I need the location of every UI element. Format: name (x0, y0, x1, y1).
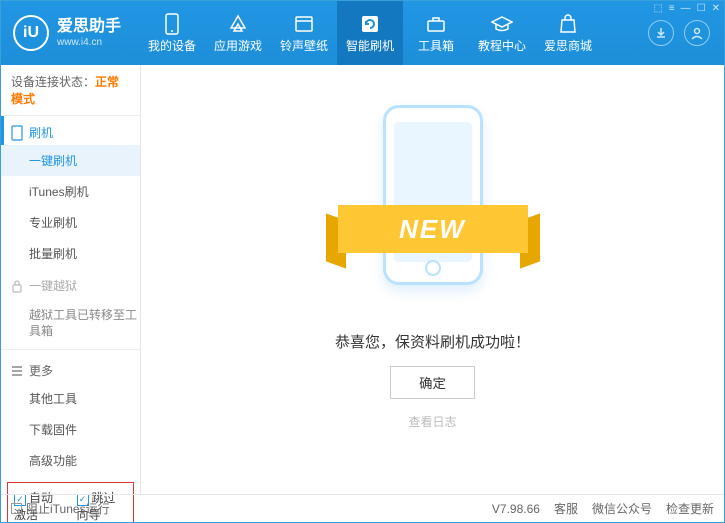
success-illustration: NEW (348, 105, 518, 305)
sidebar: 设备连接状态：正常模式 刷机 一键刷机 iTunes刷机 专业刷机 批量刷机 一… (1, 65, 141, 494)
titlebar-close[interactable]: ✕ (712, 3, 720, 14)
section-title: 更多 (29, 362, 53, 379)
wallpaper-icon (293, 13, 315, 35)
lock-icon (11, 279, 23, 293)
view-log-link[interactable]: 查看日志 (408, 413, 456, 430)
sidebar-item-itunes[interactable]: iTunes刷机 (1, 176, 140, 207)
app-url: www.i4.cn (57, 37, 121, 49)
nav: 我的设备 应用游戏 铃声壁纸 智能刷机 工具箱 教程中心 (139, 1, 634, 65)
stop-itunes-label: 阻止iTunes运行 (26, 500, 110, 517)
nav-label: 智能刷机 (346, 37, 394, 54)
titlebar-minimize[interactable]: — (681, 3, 691, 14)
sidebar-item-batch[interactable]: 批量刷机 (1, 238, 140, 269)
nav-label: 应用游戏 (214, 37, 262, 54)
sidebar-item-oneclick[interactable]: 一键刷机 (1, 145, 140, 176)
sidebar-item-advanced[interactable]: 高级功能 (1, 445, 140, 476)
main-content: NEW 恭喜您，保资料刷机成功啦！ 确定 查看日志 (141, 65, 724, 494)
user-icon[interactable] (684, 20, 710, 46)
nav-ringtone[interactable]: 铃声壁纸 (271, 1, 337, 65)
status-label: 设备连接状态： (11, 75, 95, 89)
sidebar-item-other[interactable]: 其他工具 (1, 383, 140, 414)
phone-icon (161, 13, 183, 35)
titlebar-maximize[interactable]: ☐ (697, 3, 706, 14)
section-jailbreak: 一键越狱 (1, 269, 140, 302)
sidebar-item-pro[interactable]: 专业刷机 (1, 207, 140, 238)
phone-icon (11, 125, 23, 141)
footer-wechat[interactable]: 微信公众号 (592, 500, 652, 517)
footer-update[interactable]: 检查更新 (666, 500, 714, 517)
nav-label: 工具箱 (418, 37, 454, 54)
titlebar-btn[interactable]: ⬚ (653, 3, 662, 14)
nav-label: 铃声壁纸 (280, 37, 328, 54)
nav-tutorials[interactable]: 教程中心 (469, 1, 535, 65)
bag-icon (557, 13, 579, 35)
version: V7.98.66 (492, 502, 540, 516)
header: ⬚ ≡ — ☐ ✕ iU 爱思助手 www.i4.cn 我的设备 应用游戏 (1, 1, 724, 65)
apps-icon (227, 13, 249, 35)
titlebar-controls: ⬚ ≡ — ☐ ✕ (653, 3, 720, 14)
nav-apps[interactable]: 应用游戏 (205, 1, 271, 65)
device-status: 设备连接状态：正常模式 (1, 65, 140, 116)
menu-icon (11, 365, 23, 377)
nav-label: 教程中心 (478, 37, 526, 54)
graduation-icon (491, 13, 513, 35)
nav-label: 我的设备 (148, 37, 196, 54)
titlebar-btn[interactable]: ≡ (669, 3, 675, 14)
nav-my-device[interactable]: 我的设备 (139, 1, 205, 65)
logo-icon: iU (13, 15, 49, 51)
nav-flash[interactable]: 智能刷机 (337, 1, 403, 65)
sidebar-item-download[interactable]: 下载固件 (1, 414, 140, 445)
logo: iU 爱思助手 www.i4.cn (1, 1, 133, 65)
section-flash[interactable]: 刷机 (1, 116, 140, 145)
section-more[interactable]: 更多 (1, 354, 140, 383)
nav-tools[interactable]: 工具箱 (403, 1, 469, 65)
app-name: 爱思助手 (57, 17, 121, 36)
success-message: 恭喜您，保资料刷机成功啦！ (335, 331, 530, 352)
nav-store[interactable]: 爱思商城 (535, 1, 601, 65)
jailbreak-title: 一键越狱 (29, 277, 77, 294)
section-title: 刷机 (29, 124, 53, 141)
download-icon[interactable] (648, 20, 674, 46)
new-ribbon: NEW (338, 205, 528, 253)
footer: 阻止iTunes运行 V7.98.66 客服 微信公众号 检查更新 (1, 494, 724, 522)
toolbox-icon (425, 13, 447, 35)
ok-button[interactable]: 确定 (390, 366, 475, 399)
jailbreak-note: 越狱工具已转移至工具箱 (1, 302, 140, 345)
nav-label: 爱思商城 (544, 37, 592, 54)
footer-support[interactable]: 客服 (554, 500, 578, 517)
refresh-icon (359, 13, 381, 35)
chk-stop-itunes[interactable] (11, 503, 22, 514)
phone-graphic (383, 105, 483, 285)
